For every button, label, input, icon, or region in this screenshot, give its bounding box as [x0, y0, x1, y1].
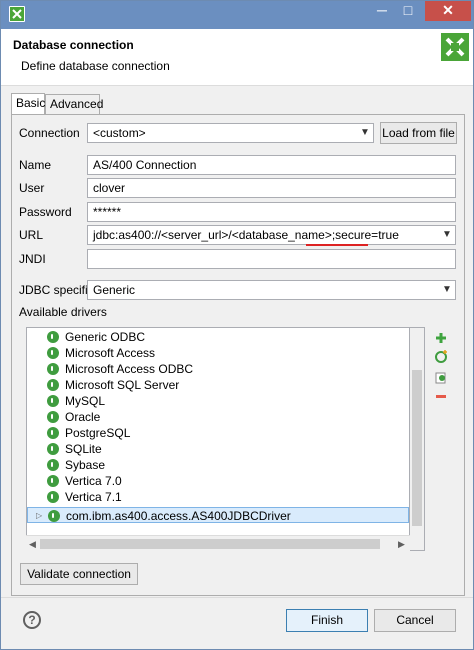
tab-basic[interactable]: Basic	[11, 93, 45, 115]
list-item[interactable]: Sybase	[27, 457, 409, 473]
connection-value: <custom>	[93, 126, 146, 140]
list-item[interactable]: Microsoft Access	[27, 345, 409, 361]
driver-icon	[47, 443, 59, 455]
driver-icon	[48, 510, 60, 522]
cloveretl-logo-icon	[441, 33, 469, 61]
jndi-input[interactable]	[87, 249, 456, 269]
help-icon[interactable]: ?	[23, 611, 41, 629]
minimize-button[interactable]: ─	[369, 1, 395, 21]
driver-icon	[47, 475, 59, 487]
dialog-window: ─ □ ✕ Database connection Define databas…	[0, 0, 474, 650]
jndi-label: JNDI	[19, 252, 46, 266]
new-driver-icon[interactable]	[434, 349, 448, 363]
edit-driver-icon[interactable]	[434, 370, 448, 384]
tab-advanced[interactable]: Advanced	[45, 94, 103, 114]
list-item[interactable]: Oracle	[27, 409, 409, 425]
connection-select[interactable]: <custom> ▼	[87, 123, 374, 143]
url-label: URL	[19, 228, 44, 242]
name-label: Name	[19, 158, 52, 172]
driver-icon	[47, 459, 59, 471]
list-item[interactable]: Microsoft Access ODBC	[27, 361, 409, 377]
url-value-main: jdbc:as400://<server_url>/<database_name…	[93, 228, 332, 242]
list-item[interactable]: MySQL	[27, 393, 409, 409]
chevron-down-icon: ▼	[442, 229, 452, 240]
cancel-button[interactable]: Cancel	[374, 609, 456, 632]
list-item[interactable]: PostgreSQL	[27, 425, 409, 441]
password-input[interactable]: ******	[87, 202, 456, 222]
list-item[interactable]: Vertica 7.1	[27, 489, 409, 505]
title-bar: ─ □ ✕	[1, 1, 473, 29]
available-drivers-label: Available drivers	[19, 305, 107, 319]
driver-icon	[47, 491, 59, 503]
dialog-header: Database connection Define database conn…	[1, 29, 473, 86]
dialog-title: Database connection	[13, 38, 134, 52]
scroll-right-icon[interactable]: ▶	[398, 539, 405, 550]
jdbc-specific-label: JDBC specific	[19, 283, 94, 297]
driver-icon	[47, 347, 59, 359]
chevron-down-icon: ▼	[360, 127, 370, 138]
url-input[interactable]: jdbc:as400://<server_url>/<database_name…	[87, 225, 456, 245]
list-item[interactable]: SQLite	[27, 441, 409, 457]
vertical-scroll-thumb[interactable]	[412, 370, 422, 526]
drivers-list[interactable]: Generic ODBC Microsoft Access Microsoft …	[26, 327, 410, 551]
password-label: Password	[19, 205, 72, 219]
driver-icon	[47, 411, 59, 423]
driver-icon	[47, 427, 59, 439]
drivers-vertical-scrollbar[interactable]	[410, 327, 425, 551]
connection-label: Connection	[19, 126, 80, 140]
list-item-selected[interactable]: ▷ com.ibm.as400.access.AS400JDBCDriver	[27, 507, 409, 523]
expand-arrow-icon: ▷	[36, 511, 43, 520]
add-driver-icon[interactable]	[434, 331, 448, 345]
name-input[interactable]: AS/400 Connection	[87, 155, 456, 175]
drivers-horizontal-scrollbar[interactable]: ◀ ▶	[26, 535, 410, 552]
jdbc-specific-value: Generic	[93, 283, 136, 297]
driver-icon	[47, 379, 59, 391]
validate-connection-button[interactable]: Validate connection	[20, 563, 138, 585]
list-item[interactable]: Microsoft SQL Server	[27, 377, 409, 393]
load-from-file-button[interactable]: Load from file	[380, 122, 457, 144]
driver-icon	[47, 395, 59, 407]
url-highlight-underline	[306, 241, 368, 246]
horizontal-scroll-thumb[interactable]	[40, 539, 380, 549]
user-input[interactable]: clover	[87, 178, 456, 198]
driver-icon	[47, 331, 59, 343]
scroll-left-icon[interactable]: ◀	[29, 539, 36, 550]
jdbc-specific-select[interactable]: Generic ▼	[87, 280, 456, 300]
url-value-tail: ;secure=true	[331, 228, 399, 242]
maximize-button[interactable]: □	[395, 1, 421, 21]
dialog-subtitle: Define database connection	[21, 59, 170, 73]
driver-icon	[47, 363, 59, 375]
list-item[interactable]: Generic ODBC	[27, 329, 409, 345]
footer-separator	[1, 597, 473, 598]
app-icon	[9, 6, 25, 22]
finish-button[interactable]: Finish	[286, 609, 368, 632]
close-button[interactable]: ✕	[425, 1, 471, 21]
remove-driver-icon[interactable]	[434, 390, 448, 404]
list-item[interactable]: Vertica 7.0	[27, 473, 409, 489]
user-label: User	[19, 181, 45, 195]
chevron-down-icon: ▼	[442, 284, 452, 295]
